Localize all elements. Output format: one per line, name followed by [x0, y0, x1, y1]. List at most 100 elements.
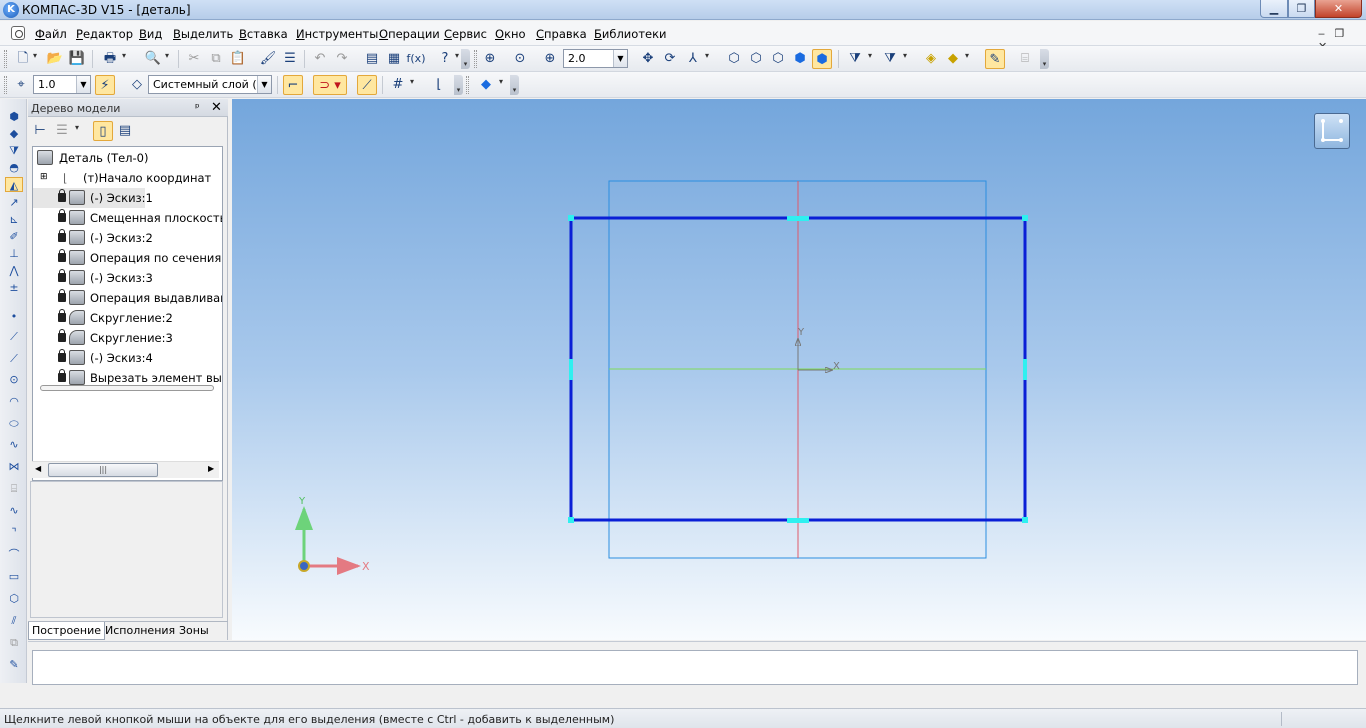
hidden-thin-icon[interactable]: ⬡: [768, 49, 788, 69]
toolbar-end-chevron-icon[interactable]: ▾: [454, 75, 463, 95]
toolbar-grip[interactable]: [4, 50, 7, 68]
equidistant-icon[interactable]: ⌸: [5, 481, 23, 496]
properties-icon[interactable]: ☰: [280, 49, 300, 69]
toolbar-end-chevron-icon[interactable]: ▾: [1040, 49, 1049, 69]
selection-icon[interactable]: ±: [5, 280, 23, 295]
layer-icon[interactable]: ◇: [127, 75, 147, 95]
menu-operations[interactable]: Операции: [379, 27, 440, 41]
toolbar-end-chevron-icon[interactable]: ▾: [510, 75, 519, 95]
filter-icon[interactable]: ⧩: [5, 143, 23, 158]
close-icon[interactable]: ✕: [211, 100, 222, 115]
function-icon[interactable]: f(x): [406, 49, 426, 69]
pin-icon[interactable]: ᵖ: [195, 101, 200, 114]
toolbar-grip[interactable]: [4, 76, 7, 94]
snap-toggle-icon[interactable]: ⚡: [95, 75, 115, 95]
vertex-handle[interactable]: [1022, 517, 1028, 523]
point-icon[interactable]: •: [5, 309, 23, 324]
viewport-canvas[interactable]: Y X Y X: [232, 99, 1366, 640]
chevron-down-icon[interactable]: ▼: [257, 76, 271, 93]
spatial-curves-icon[interactable]: ◆: [5, 126, 23, 141]
menu-service[interactable]: Сервис: [444, 27, 487, 41]
measure-icon[interactable]: ⋀: [5, 263, 23, 278]
shaded-edges-icon[interactable]: ⬢: [812, 49, 832, 69]
context-help-icon[interactable]: ?: [435, 49, 455, 69]
copy-icon[interactable]: ⧉: [206, 49, 226, 69]
menu-editor[interactable]: Редактор: [76, 27, 133, 41]
zoom-combo[interactable]: 2.0 ▼: [563, 49, 628, 68]
magnet-snap-icon[interactable]: ⊃ ▾: [313, 75, 347, 95]
chevron-down-icon[interactable]: ▾: [75, 123, 79, 132]
zoom-all-icon[interactable]: ⊙: [510, 49, 530, 69]
scroll-right-icon[interactable]: ▶: [208, 464, 214, 473]
tree-item-sketch1[interactable]: (-) Эскиз:1: [33, 188, 153, 208]
tab-zones[interactable]: Зоны: [176, 622, 212, 640]
close-button[interactable]: ✕: [1315, 0, 1362, 18]
edge-handle[interactable]: [1023, 359, 1027, 380]
print-preview-icon[interactable]: 🔍: [143, 49, 163, 69]
minimize-button[interactable]: ▁: [1260, 0, 1288, 18]
chevron-down-icon[interactable]: ▾: [410, 77, 414, 86]
orthogonal-mode-icon[interactable]: ⌐: [283, 75, 303, 95]
menu-help[interactable]: Справка: [536, 27, 587, 41]
scroll-left-icon[interactable]: ◀: [35, 464, 41, 473]
parametrization-icon[interactable]: ⊥: [5, 246, 23, 261]
view-orientation-button[interactable]: [1314, 113, 1350, 149]
kompas-app-icon[interactable]: K: [3, 2, 19, 18]
chevron-down-icon[interactable]: ▼: [613, 50, 627, 67]
vertex-handle[interactable]: [568, 215, 574, 221]
text-icon[interactable]: ✎: [5, 657, 23, 672]
chevron-down-icon[interactable]: ▾: [868, 51, 872, 60]
geometry-icon[interactable]: ◭: [5, 177, 23, 192]
zoom-window-icon[interactable]: ⊕: [480, 49, 500, 69]
bezier-icon[interactable]: ∿: [5, 503, 23, 518]
variables-icon[interactable]: ▦: [384, 49, 404, 69]
vertex-handle[interactable]: [568, 517, 574, 523]
wireframe-icon[interactable]: ⬡: [724, 49, 744, 69]
document-menu-icon[interactable]: [11, 26, 25, 40]
tree-properties-icon[interactable]: ▤: [115, 121, 135, 141]
redo-icon[interactable]: ↷: [332, 49, 352, 69]
maximize-button[interactable]: ❐: [1288, 0, 1315, 18]
vertex-handle[interactable]: [1022, 215, 1028, 221]
tab-construction[interactable]: Построение: [28, 622, 106, 640]
tree-structure-icon[interactable]: ⊢: [30, 121, 50, 141]
editing-icon[interactable]: ✐: [5, 229, 23, 244]
chamfer-icon[interactable]: ⌝: [5, 525, 23, 540]
toolbar-grip[interactable]: [474, 50, 477, 68]
menu-select[interactable]: Выделить: [173, 27, 233, 41]
manager-icon[interactable]: ▤: [362, 49, 382, 69]
tree-inner-scrollbar[interactable]: [40, 385, 214, 391]
polygon-icon[interactable]: ⬡: [5, 591, 23, 606]
shaded-icon[interactable]: ⬢: [790, 49, 810, 69]
display-settings-icon[interactable]: ◆: [943, 49, 963, 69]
part-editing-icon[interactable]: ⬢: [5, 109, 23, 124]
undo-icon[interactable]: ↶: [310, 49, 330, 69]
menu-file[interactable]: Файл: [35, 27, 67, 41]
chevron-down-icon[interactable]: ▾: [33, 51, 37, 60]
scroll-thumb[interactable]: |||: [48, 463, 158, 477]
chevron-down-icon[interactable]: ▾: [122, 51, 126, 60]
tree-horizontal-scrollbar[interactable]: ◀ ||| ▶: [32, 461, 219, 478]
toolbar-end-chevron-icon[interactable]: ▾: [461, 49, 470, 69]
menu-window[interactable]: Окно: [495, 27, 526, 41]
section-icon[interactable]: ⧩: [880, 49, 900, 69]
edge-handle[interactable]: [569, 359, 573, 380]
menu-insert[interactable]: Вставка: [239, 27, 288, 41]
perspective-icon[interactable]: ◈: [921, 49, 941, 69]
dimensions-icon[interactable]: ↗: [5, 195, 23, 210]
tree-list-icon[interactable]: ☰: [52, 121, 72, 141]
model-viewport[interactable]: Y X Y X: [232, 99, 1366, 640]
orientation-icon[interactable]: ⅄: [683, 49, 703, 69]
constraints-icon[interactable]: ⊾: [5, 212, 23, 227]
contour-icon[interactable]: ⧉: [5, 635, 23, 650]
toolbar-grip[interactable]: [466, 76, 469, 94]
expand-plus-icon[interactable]: ⊞: [40, 172, 48, 182]
auxiliary-line-icon[interactable]: ⟋: [5, 329, 23, 344]
cursor-step-icon[interactable]: ⌖: [11, 75, 31, 95]
coordinate-system-icon[interactable]: ⌊: [429, 75, 449, 95]
chevron-down-icon[interactable]: ▾: [965, 51, 969, 60]
ellipse-icon[interactable]: ⬭: [5, 416, 23, 431]
edge-handle[interactable]: [787, 216, 809, 221]
circle-icon[interactable]: ⊙: [5, 372, 23, 387]
fillet-icon[interactable]: ⌒: [5, 547, 23, 562]
